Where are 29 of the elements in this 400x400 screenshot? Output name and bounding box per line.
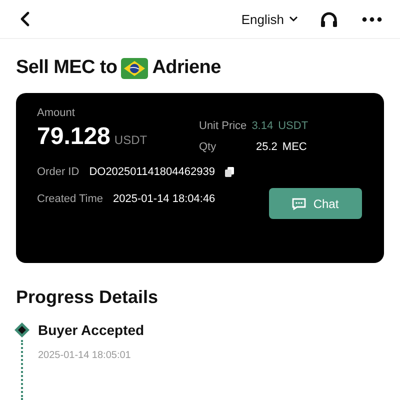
amount-label: Amount [37, 107, 76, 119]
flag-icon [121, 58, 148, 78]
caret-icon [289, 16, 298, 22]
created-time-value: 2025-01-14 18:04:46 [113, 193, 216, 205]
chat-icon [292, 198, 306, 210]
more-icon [362, 16, 382, 22]
section-title: Progress Details [15, 286, 160, 309]
order-id-label: Order ID [37, 166, 80, 178]
back-icon [20, 11, 30, 27]
page-title: Sell MEC to [16, 57, 118, 79]
support-button[interactable] [318, 9, 340, 29]
language-dropdown[interactable]: English [239, 10, 300, 28]
step-title: Buyer Accepted [38, 322, 144, 338]
headset-icon [320, 11, 338, 27]
unit-price-unit: USDT [278, 120, 308, 132]
qty-value: 25.2 [256, 141, 278, 153]
copy-icon[interactable] [225, 167, 234, 177]
unit-price-value: 3.14 [252, 120, 274, 132]
more-button[interactable] [360, 14, 384, 24]
buyer-name: Adriene [152, 57, 221, 79]
qty-unit: MEC [282, 141, 307, 153]
unit-price-label: Unit Price [199, 120, 247, 132]
amount-value: 79.128 [37, 123, 110, 151]
step-marker-icon [14, 322, 30, 338]
order-id-value: DO202501141804462939 [89, 166, 215, 178]
step-time: 2025-01-14 18:05:01 [38, 350, 132, 361]
created-time-label: Created Time [37, 193, 104, 205]
amount-unit: USDT [114, 133, 148, 147]
qty-label: Qty [199, 141, 218, 153]
